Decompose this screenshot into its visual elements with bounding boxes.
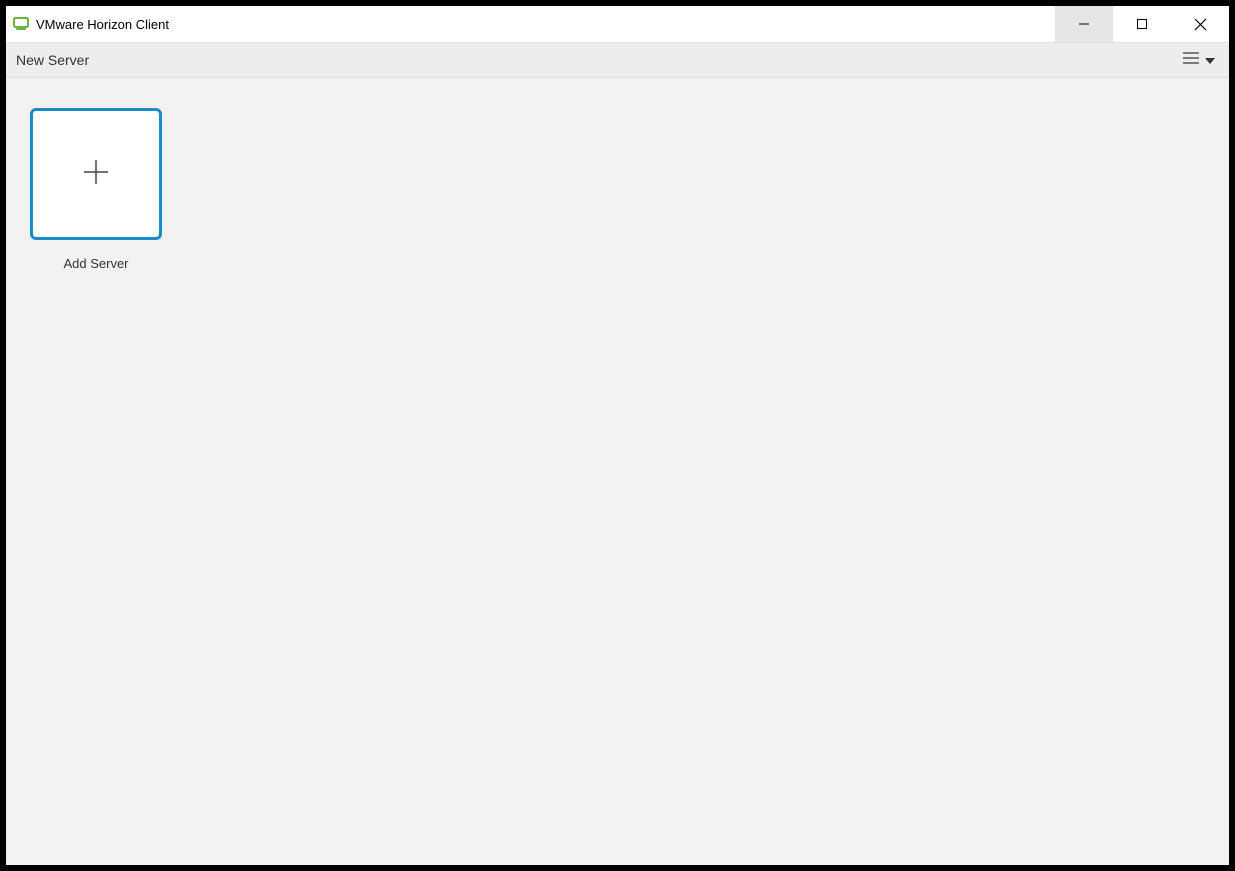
settings-menu-button[interactable]: [1183, 51, 1219, 69]
hamburger-icon: [1183, 51, 1199, 69]
new-server-button[interactable]: New Server: [16, 52, 89, 68]
close-button[interactable]: [1171, 6, 1229, 42]
app-title: VMware Horizon Client: [36, 17, 169, 32]
window-frame: VMware Horizon Client New Server: [5, 5, 1230, 866]
add-server-tile-box: [30, 108, 162, 240]
titlebar[interactable]: VMware Horizon Client: [6, 6, 1229, 42]
window-controls: [1055, 6, 1229, 42]
add-server-tile[interactable]: Add Server: [30, 108, 162, 271]
chevron-down-icon: [1205, 51, 1215, 69]
vmware-horizon-icon: [12, 15, 30, 33]
add-server-label: Add Server: [63, 256, 128, 271]
titlebar-left: VMware Horizon Client: [12, 15, 169, 33]
plus-icon: [82, 158, 110, 191]
maximize-button[interactable]: [1113, 6, 1171, 42]
content-area: Add Server: [6, 78, 1229, 865]
toolbar: New Server: [6, 42, 1229, 78]
minimize-button[interactable]: [1055, 6, 1113, 42]
